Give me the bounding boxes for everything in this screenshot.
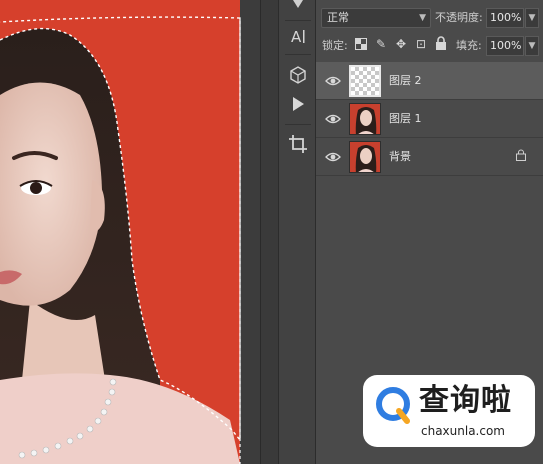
blend-mode-select[interactable]: 正常 ▼ <box>321 8 431 28</box>
crop-icon[interactable] <box>287 133 309 155</box>
watermark-domain: chaxunla.com <box>421 424 505 438</box>
eye-icon[interactable] <box>325 73 341 89</box>
svg-text:A: A <box>291 28 302 46</box>
watermark-logo-icon <box>376 387 410 424</box>
layer-row-layer-2[interactable]: 图层 2 <box>316 62 543 100</box>
photoshop-window: A 正常 ▼ 不透明度: 100% ▼ 锁定: ✎ ✥ ⊡ 填充: 100% ▼… <box>0 0 543 464</box>
lock-artboard-icon[interactable]: ⊡ <box>414 36 428 52</box>
layer-name: 背景 <box>389 150 411 163</box>
lock-all-icon[interactable] <box>434 36 448 52</box>
3d-cube-icon[interactable] <box>287 64 309 86</box>
lock-fill-row: 锁定: ✎ ✥ ⊡ 填充: 100% ▼ <box>316 34 543 58</box>
fill-label: 填充: <box>456 39 482 52</box>
blend-opacity-row: 正常 ▼ 不透明度: 100% ▼ <box>316 6 543 30</box>
eye-icon[interactable] <box>325 149 341 165</box>
fill-input[interactable]: 100% <box>486 36 524 56</box>
layer-name: 图层 1 <box>389 112 422 125</box>
canvas-image <box>0 0 260 464</box>
panel-icon-bar: A <box>278 0 316 464</box>
fill-slider-chevron-icon[interactable]: ▼ <box>525 36 539 56</box>
icon-separator <box>285 20 311 21</box>
layers-list: 图层 2 图层 1 背景 <box>316 62 543 176</box>
lock-image-pixels-icon[interactable]: ✎ <box>374 36 388 52</box>
paragraph-text-icon[interactable]: A <box>287 25 309 47</box>
icon-separator <box>285 124 311 125</box>
layer-row-layer-1[interactable]: 图层 1 <box>316 100 543 138</box>
opacity-label: 不透明度: <box>435 11 483 24</box>
lock-icon <box>515 149 527 165</box>
play-icon[interactable] <box>287 93 309 115</box>
layer-thumbnail <box>349 103 381 135</box>
watermark: 查询啦 chaxunla.com <box>363 375 535 447</box>
icon-separator <box>285 54 311 55</box>
lock-position-icon[interactable]: ✥ <box>394 36 408 52</box>
eye-icon[interactable] <box>325 111 341 127</box>
document-canvas[interactable] <box>0 0 260 464</box>
history-icon[interactable] <box>287 0 309 16</box>
panel-dock-edge <box>260 0 278 464</box>
lock-transparent-pixels-icon[interactable] <box>354 38 368 54</box>
lock-label: 锁定: <box>322 39 348 52</box>
layer-name: 图层 2 <box>389 74 422 87</box>
blend-mode-value: 正常 <box>327 11 349 24</box>
chevron-down-icon: ▼ <box>419 13 426 23</box>
layer-thumbnail <box>349 65 381 97</box>
watermark-brand: 查询啦 <box>419 383 512 418</box>
layer-thumbnail <box>349 141 381 173</box>
opacity-slider-chevron-icon[interactable]: ▼ <box>525 8 539 28</box>
layer-row-background[interactable]: 背景 <box>316 138 543 176</box>
opacity-input[interactable]: 100% <box>486 8 524 28</box>
